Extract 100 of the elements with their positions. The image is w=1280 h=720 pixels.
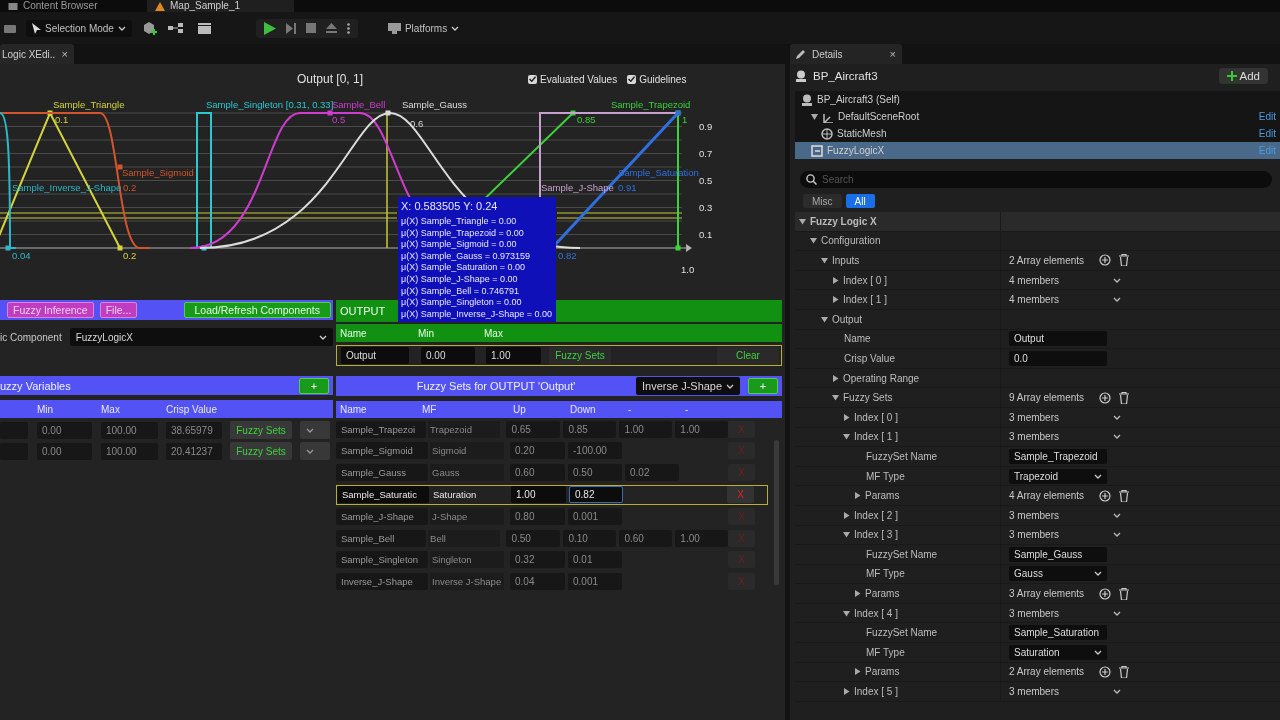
add-cube-icon[interactable] (141, 21, 158, 35)
number-field[interactable]: 0.65 (506, 420, 561, 438)
add-icon[interactable] (1099, 665, 1111, 678)
eject-icon[interactable] (325, 23, 337, 33)
document-tab[interactable]: Content Browser (0, 0, 147, 12)
name-field[interactable]: Sample_Singleton (336, 551, 428, 569)
component-dropdown[interactable]: FuzzyLogicX (69, 328, 333, 346)
step-icon[interactable] (285, 22, 296, 34)
name-field[interactable]: Sample_Trapezoi (336, 420, 427, 438)
type-dropdown[interactable]: Gauss (1009, 566, 1107, 582)
close-button[interactable]: × (889, 48, 896, 60)
fuzzy-set-row[interactable]: Sample_Saturatic Saturation 1.00 0.82 X (336, 484, 768, 505)
component-item[interactable]: DefaultSceneRoot Edit (795, 108, 1280, 125)
number-field[interactable]: 0.00 (37, 421, 92, 439)
platforms-dropdown[interactable]: Platforms (381, 19, 466, 37)
checkbox[interactable]: Guidelines (627, 73, 687, 85)
text-field[interactable]: 0.0 (1009, 350, 1107, 366)
fuzzy-set-row[interactable]: Sample_Singleton Singleton 0.32 0.01 X (336, 550, 768, 569)
text-field[interactable]: Sample_Trapezoid (1009, 448, 1107, 464)
trash-icon[interactable] (1119, 254, 1129, 267)
expander-icon[interactable] (843, 413, 850, 421)
number-field[interactable]: 0.20 (510, 442, 565, 460)
number-field[interactable]: 0.04 (510, 572, 565, 590)
panel-tab[interactable]: Details × (790, 44, 902, 64)
number-field[interactable]: 0.32 (510, 551, 565, 569)
number-field[interactable]: 0.10 (563, 529, 617, 547)
edit-link[interactable]: Edit (1258, 111, 1280, 122)
close-button[interactable]: × (61, 48, 68, 60)
component-item[interactable]: FuzzyLogicX Edit (795, 142, 1280, 159)
fuzzy-set-row[interactable]: Sample_J-Shape J-Shape 0.80 0.001 X (336, 507, 768, 526)
number-field[interactable]: 0.60 (619, 529, 673, 547)
add-button[interactable]: + (748, 378, 778, 394)
number-field[interactable]: 1.00 (619, 420, 673, 438)
add-icon[interactable] (1099, 254, 1111, 267)
name-field[interactable]: Sample_Sigmoid (336, 442, 428, 460)
checkbox[interactable]: Evaluated Values (528, 73, 618, 85)
expander-icon[interactable] (832, 394, 839, 402)
text-field[interactable]: Sample_Saturation (1009, 625, 1107, 641)
document-tab[interactable]: Map_Sample_1 (147, 0, 294, 12)
text-field[interactable]: Sample_Gauss (1009, 546, 1107, 562)
edit-link[interactable]: Edit (1258, 128, 1280, 139)
expander-icon[interactable] (821, 315, 828, 323)
add-icon[interactable] (1099, 587, 1111, 600)
expander-icon[interactable] (810, 237, 817, 245)
number-field[interactable]: 38.65979 (166, 421, 222, 439)
name-field[interactable]: Sample_Gauss (336, 463, 428, 481)
shape-dropdown[interactable]: Inverse J-Shape (636, 377, 740, 395)
number-field[interactable]: 0.001 (568, 508, 622, 526)
expander-icon[interactable] (854, 668, 861, 676)
search-field[interactable]: Search (800, 171, 1272, 188)
expander-icon[interactable] (843, 688, 850, 696)
expander-icon[interactable] (832, 276, 839, 284)
editor-tab[interactable]: Logic XEdi.. × (0, 44, 74, 64)
text-field[interactable]: Output (1009, 331, 1107, 347)
fuzzy-set-row[interactable]: Sample_Gauss Gauss 0.60 0.50 0.02 X (336, 463, 768, 482)
component-item[interactable]: BP_Aircraft3 (Self) (795, 91, 1280, 108)
number-field[interactable]: 100.00 (101, 442, 158, 460)
expander-icon[interactable] (843, 609, 850, 617)
number-field[interactable]: 0.02 (625, 463, 679, 481)
number-field[interactable]: 0.82 (569, 486, 623, 503)
type-dropdown[interactable]: Saturation (1009, 644, 1107, 660)
number-field[interactable]: 0.001 (568, 572, 622, 590)
fuzzy-set-row[interactable]: Sample_Bell Bell 0.50 0.10 0.60 1.00 X (336, 529, 768, 548)
trash-icon[interactable] (1119, 587, 1129, 600)
number-field[interactable]: 100.00 (101, 421, 158, 439)
fuzzy-set-row[interactable]: Sample_Sigmoid Sigmoid 0.20 -100.00 X (336, 441, 768, 460)
filter-tab[interactable]: Misc (803, 194, 842, 208)
type-dropdown[interactable]: Trapezoid (1009, 468, 1107, 484)
expander-icon[interactable] (854, 590, 861, 598)
expander-icon[interactable] (843, 433, 850, 441)
trash-icon[interactable] (1119, 391, 1129, 404)
number-field[interactable]: 1.00 (675, 420, 729, 438)
number-field[interactable]: 1.00 (675, 529, 729, 547)
number-field[interactable]: 0.00 (37, 442, 92, 460)
add-icon[interactable] (1099, 489, 1111, 502)
number-field[interactable]: 0.80 (510, 508, 565, 526)
expander-icon[interactable] (843, 511, 850, 519)
component-item[interactable]: StaticMesh Edit (795, 125, 1280, 142)
fuzzy-sets-button[interactable]: Fuzzy Sets (230, 421, 292, 439)
number-field[interactable]: 1.00 (511, 486, 566, 503)
fuzzy-sets-button[interactable]: Fuzzy Sets (230, 442, 292, 460)
add-button[interactable]: + (299, 377, 329, 394)
number-field[interactable]: 0.50 (506, 529, 561, 547)
number-field[interactable]: 20.41237 (166, 442, 222, 460)
load-button[interactable]: Load/Refresh Components (183, 302, 331, 318)
add-icon[interactable] (1099, 391, 1111, 404)
expander-icon[interactable] (821, 257, 828, 264)
name-field[interactable]: Sample_J-Shape (336, 508, 428, 526)
expander-icon[interactable] (832, 374, 839, 382)
add-button[interactable]: Add (1218, 68, 1268, 84)
number-field[interactable]: 0.85 (563, 420, 617, 438)
fuzzy-set-row[interactable]: Sample_Trapezoi Trapezoid 0.65 0.85 1.00 1.00 X (336, 420, 768, 439)
number-field[interactable]: 0.01 (568, 551, 622, 569)
trash-icon[interactable] (1119, 489, 1129, 502)
name-field[interactable]: Sample_Saturatic (337, 486, 429, 503)
number-field[interactable]: 0.50 (568, 463, 622, 481)
expander-icon[interactable] (832, 296, 839, 304)
more-icon[interactable] (346, 22, 350, 34)
stop-icon[interactable] (305, 23, 316, 33)
number-field[interactable]: 0.60 (510, 463, 565, 481)
